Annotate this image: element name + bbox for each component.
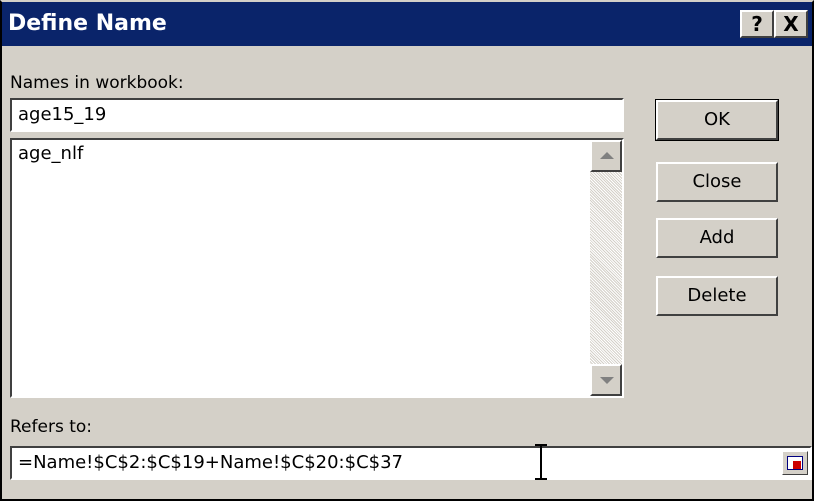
names-in-workbook-label-text: Names in workbook: bbox=[10, 73, 184, 93]
scroll-down-button[interactable] bbox=[590, 364, 622, 396]
define-name-dialog: Define Name ? X Names in workbook: age15… bbox=[0, 0, 814, 501]
name-input-value: age15_19 bbox=[18, 104, 107, 125]
title-bar: Define Name ? X bbox=[2, 2, 812, 46]
scroll-up-button[interactable] bbox=[590, 140, 622, 172]
delete-button[interactable]: Delete bbox=[656, 276, 778, 316]
name-input[interactable]: age15_19 bbox=[10, 98, 624, 132]
refers-to-value: =Name!$C$2:$C$19+Name!$C$20:$C$37 bbox=[18, 452, 403, 473]
scrollbar[interactable] bbox=[590, 140, 622, 396]
help-button[interactable]: ? bbox=[740, 10, 774, 38]
add-button[interactable]: Add bbox=[656, 218, 778, 258]
collapse-dialog-button[interactable] bbox=[782, 451, 808, 475]
list-item[interactable]: age_nlf bbox=[18, 142, 83, 166]
close-button[interactable]: Close bbox=[656, 162, 778, 202]
arrow-down-icon bbox=[600, 377, 614, 384]
window-title: Define Name bbox=[8, 11, 167, 36]
arrow-up-icon bbox=[600, 152, 614, 159]
close-window-button[interactable]: X bbox=[774, 10, 808, 38]
collapse-dialog-icon-marker bbox=[793, 461, 801, 469]
names-in-workbook-label: Names in workbook: bbox=[10, 72, 184, 94]
refers-to-label: Refers to: bbox=[10, 417, 92, 437]
ok-button[interactable]: OK bbox=[655, 99, 779, 141]
refers-to-input[interactable]: =Name!$C$2:$C$19+Name!$C$20:$C$37 bbox=[10, 446, 812, 480]
text-cursor-icon bbox=[535, 444, 547, 480]
names-list[interactable]: age_nlf bbox=[10, 138, 624, 398]
